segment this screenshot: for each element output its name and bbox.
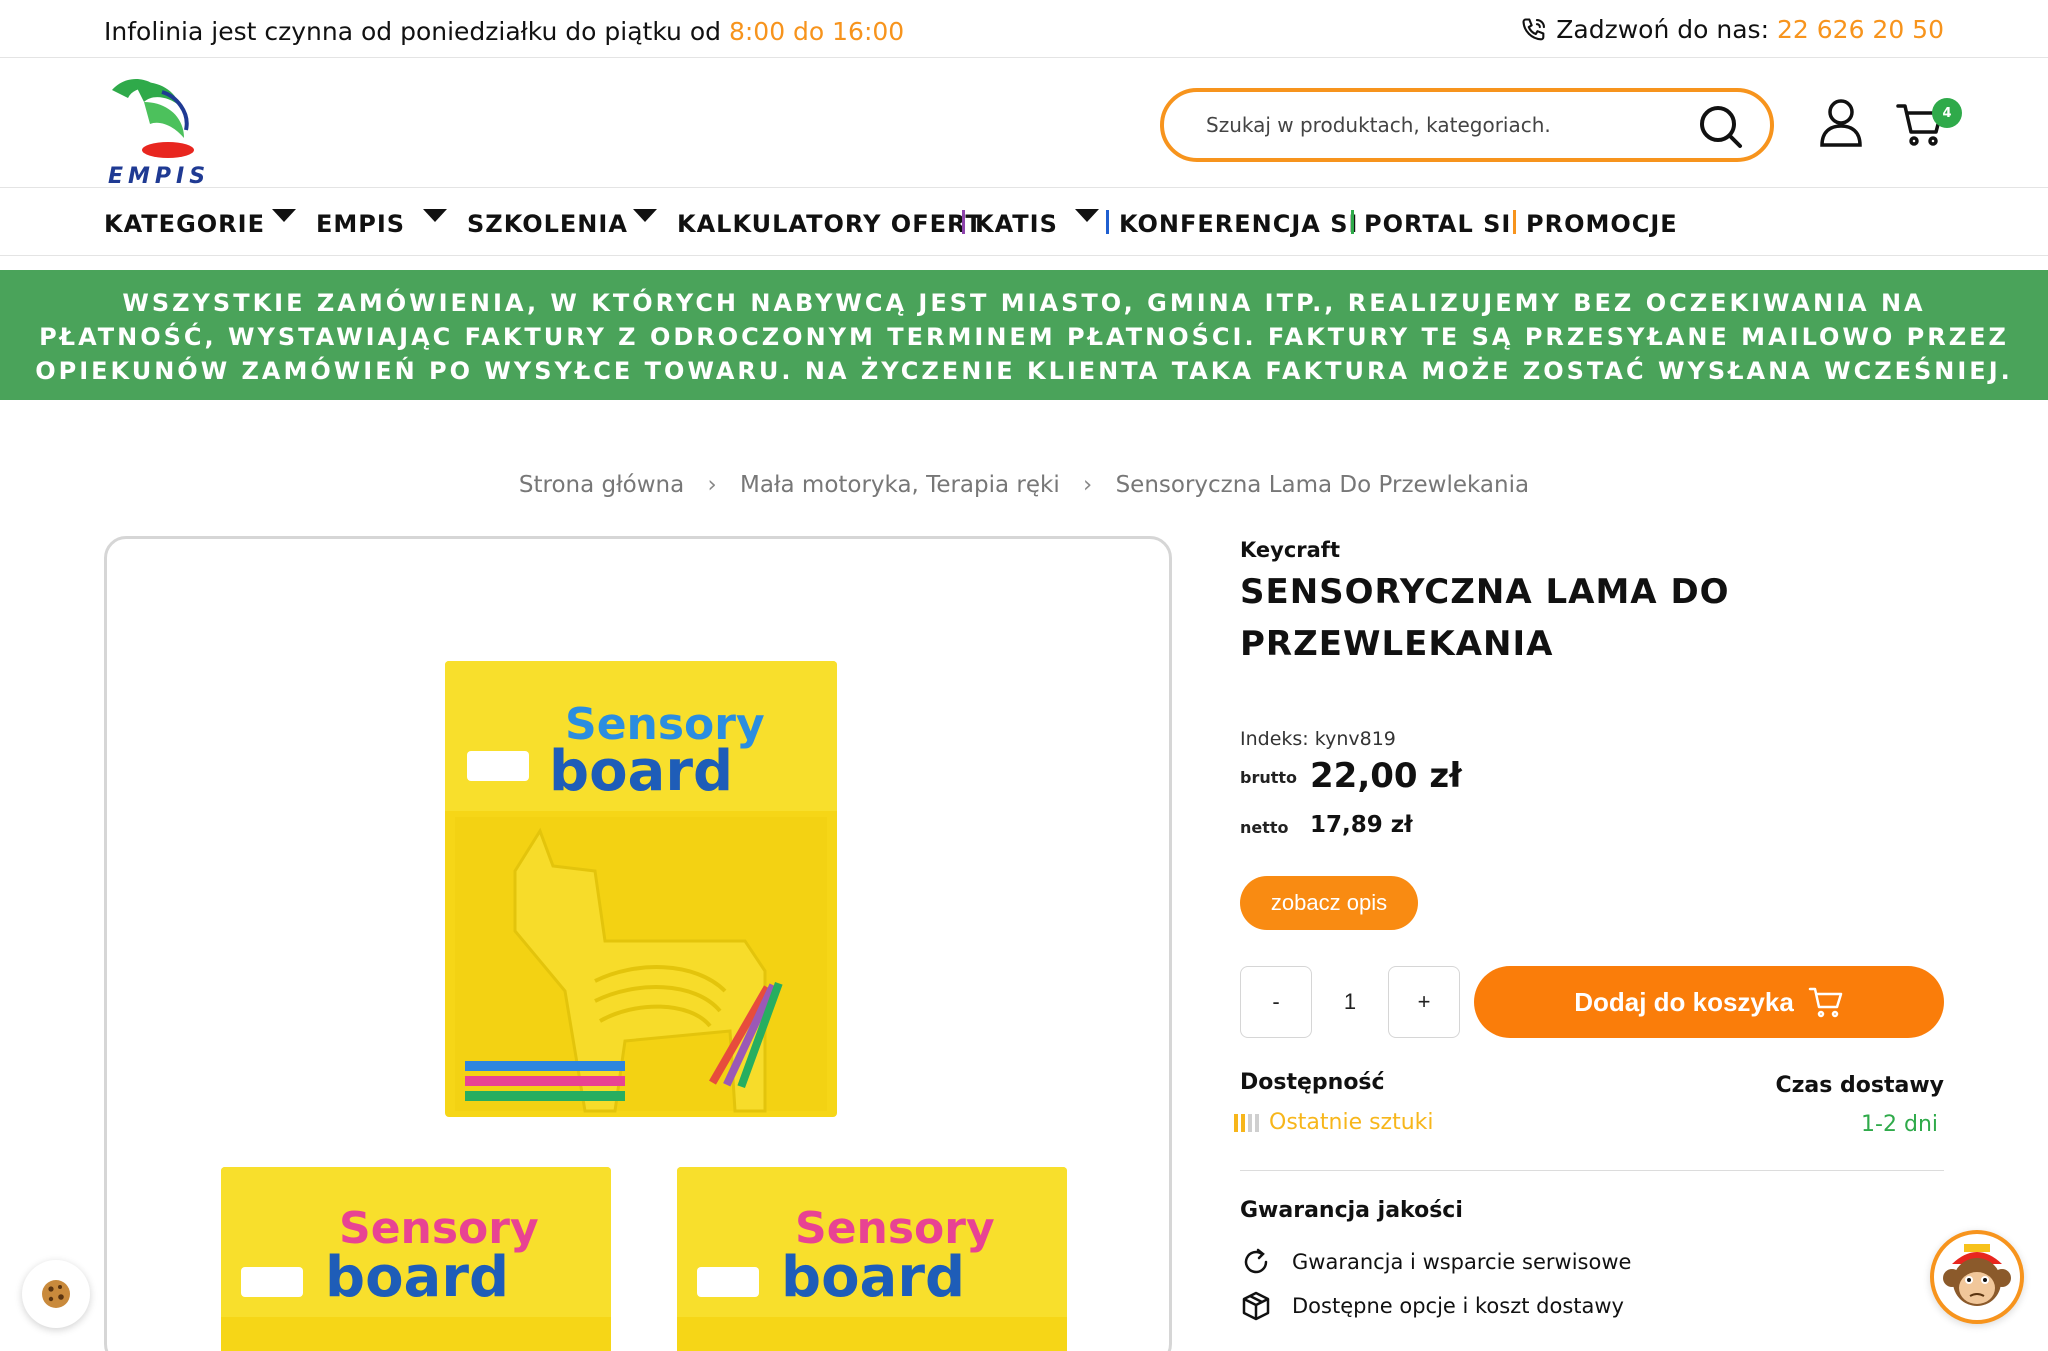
section-divider	[1240, 1170, 1944, 1171]
search-input[interactable]	[1206, 104, 1666, 146]
search-box	[1160, 88, 1774, 162]
gross-price-value: 22,00 zł	[1310, 756, 1462, 796]
quality-guarantee-title: Gwarancja jakości	[1240, 1198, 1463, 1223]
phone-contact[interactable]: Zadzwoń do nas: 22 626 20 50	[1520, 15, 1944, 44]
guarantee-item: Dostępne opcje i koszt dostawy	[1240, 1290, 1624, 1322]
product-title: SENSORYCZNA LAMA DO PRZEWLEKANIA	[1240, 566, 1860, 670]
package-label-tag	[697, 1267, 759, 1297]
guarantee-item-label: Gwarancja i wsparcie serwisowe	[1292, 1250, 1632, 1274]
nav-divider	[1106, 210, 1109, 234]
user-icon	[1820, 99, 1862, 147]
breadcrumb-category[interactable]: Mała motoryka, Terapia ręki	[740, 472, 1060, 498]
monkey-mascot-icon	[1943, 1244, 2011, 1306]
top-info-bar: Infolinia jest czynna od poniedziałku do…	[0, 0, 2048, 58]
stock-level-indicator	[1234, 1113, 1259, 1132]
logo-mark-icon	[112, 78, 194, 158]
chevron-right-icon: ›	[1083, 472, 1093, 498]
index-label: Indeks:	[1240, 728, 1315, 750]
package-box-icon	[1242, 1291, 1270, 1321]
nav-item-promocje[interactable]: PROMOCJE	[1526, 210, 1678, 238]
phone-label: Zadzwoń do nas:	[1556, 15, 1769, 44]
availability-value: Ostatnie sztuki	[1269, 1110, 1434, 1135]
phone-icon	[1522, 17, 1546, 40]
empis-logo[interactable]: EMPIS	[104, 72, 224, 189]
banner-line: WSZYSTKIE ZAMÓWIENIA, W KTÓRYCH NABYWCĄ …	[122, 289, 1926, 317]
product-brand[interactable]: Keycraft	[1240, 538, 1340, 562]
guarantee-item-label: Dostępne opcje i koszt dostawy	[1292, 1294, 1624, 1318]
stock-bar	[1234, 1113, 1238, 1132]
banner-line: OPIEKUNÓW ZAMÓWIEŃ PO WYSYŁCE TOWARU. NA…	[35, 357, 2013, 385]
delivery-time-value: 1-2 dni	[1861, 1112, 1938, 1137]
breadcrumb: Strona główna › Mała motoryka, Terapia r…	[0, 472, 2048, 498]
product-thumbnail[interactable]: Sensory board	[221, 1167, 611, 1351]
chevron-down-icon[interactable]	[1075, 209, 1099, 222]
add-to-cart-label: Dodaj do koszyka	[1574, 986, 1794, 1017]
package-label-tag	[467, 751, 529, 781]
add-to-cart-button[interactable]: Dodaj do koszyka	[1474, 966, 1944, 1038]
breadcrumb-home[interactable]: Strona główna	[519, 472, 684, 498]
index-value: kynv819	[1314, 728, 1396, 750]
cookie-settings-button[interactable]	[22, 1260, 90, 1328]
quantity-decrease-button[interactable]: -	[1240, 966, 1312, 1038]
product-title-line: PRZEWLEKANIA	[1240, 624, 1554, 664]
chevron-right-icon: ›	[707, 472, 717, 498]
refresh-icon	[1244, 1248, 1268, 1274]
hotline-text: Infolinia jest czynna od poniedziałku do…	[104, 17, 729, 46]
net-price-value: 17,89 zł	[1310, 812, 1413, 838]
availability-label: Dostępność	[1240, 1070, 1385, 1095]
breadcrumb-current: Sensoryczna Lama Do Przewlekania	[1115, 472, 1530, 498]
chevron-down-icon[interactable]	[633, 209, 657, 222]
stock-bar	[1248, 1113, 1252, 1132]
net-price-label: netto	[1240, 818, 1289, 837]
package-label-tag	[241, 1267, 303, 1297]
payment-info-banner: WSZYSTKIE ZAMÓWIENIA, W KTÓRYCH NABYWCĄ …	[0, 270, 2048, 400]
availability-status: Ostatnie sztuki	[1234, 1110, 1434, 1135]
chevron-down-icon[interactable]	[423, 209, 447, 222]
quantity-increase-button[interactable]: +	[1388, 966, 1460, 1038]
logo-text: EMPIS	[108, 164, 211, 189]
chat-assistant-button[interactable]	[1930, 1230, 2024, 1324]
cookie-icon	[42, 1280, 70, 1308]
search-button[interactable]	[1698, 104, 1744, 150]
llama-board-icon	[455, 817, 827, 1113]
hotline-info: Infolinia jest czynna od poniedziałku do…	[104, 17, 904, 46]
product-title-line: SENSORYCZNA LAMA DO	[1240, 572, 1730, 612]
package-title-bottom: board	[325, 1245, 510, 1310]
stock-bar	[1241, 1113, 1245, 1132]
product-gallery[interactable]: Sensory board Sensory board Sensory boar…	[104, 536, 1172, 1351]
see-description-button[interactable]: zobacz opis	[1240, 876, 1418, 930]
account-button[interactable]	[1818, 98, 1864, 148]
nav-item-kalkulatory-ofert[interactable]: KALKULATORY OFERT	[677, 210, 983, 238]
main-navigation: KATEGORIE EMPIS SZKOLENIA KALKULATORY OF…	[0, 188, 2048, 256]
cart-icon	[1808, 987, 1843, 1018]
cart-count-badge: 4	[1932, 98, 1962, 128]
nav-item-empis[interactable]: EMPIS	[316, 210, 405, 238]
product-main-image[interactable]: Sensory board	[445, 661, 837, 1117]
product-index: Indeks: kynv819	[1240, 728, 1396, 750]
search-icon	[1700, 106, 1742, 148]
nav-item-kategorie[interactable]: KATEGORIE	[104, 210, 265, 238]
nav-item-katis[interactable]: KATIS	[975, 210, 1058, 238]
nav-item-portal-si[interactable]: PORTAL SI	[1364, 210, 1511, 238]
hotline-hours: 8:00 do 16:00	[728, 17, 905, 46]
guarantee-item: Gwarancja i wsparcie serwisowe	[1240, 1246, 1631, 1278]
site-header: EMPIS 4	[0, 58, 2048, 189]
nav-divider	[962, 210, 965, 234]
stock-bar	[1255, 1113, 1259, 1132]
chevron-down-icon[interactable]	[272, 209, 296, 222]
nav-item-konferencja-si[interactable]: KONFERENCJA SI	[1119, 210, 1358, 238]
phone-number[interactable]: 22 626 20 50	[1777, 15, 1944, 44]
delivery-time-label: Czas dostawy	[1775, 1073, 1944, 1098]
package-title-bottom: board	[549, 739, 734, 804]
nav-divider	[1513, 210, 1516, 234]
nav-divider	[1351, 210, 1354, 234]
banner-line: PŁATNOŚĆ, WYSTAWIAJĄC FAKTURY Z ODROCZON…	[39, 323, 2009, 351]
package-title-bottom: board	[781, 1245, 966, 1310]
product-thumbnail[interactable]: Sensory board	[677, 1167, 1067, 1351]
nav-item-szkolenia[interactable]: SZKOLENIA	[467, 210, 628, 238]
gross-price-label: brutto	[1240, 768, 1298, 787]
quantity-input[interactable]	[1314, 966, 1386, 1038]
